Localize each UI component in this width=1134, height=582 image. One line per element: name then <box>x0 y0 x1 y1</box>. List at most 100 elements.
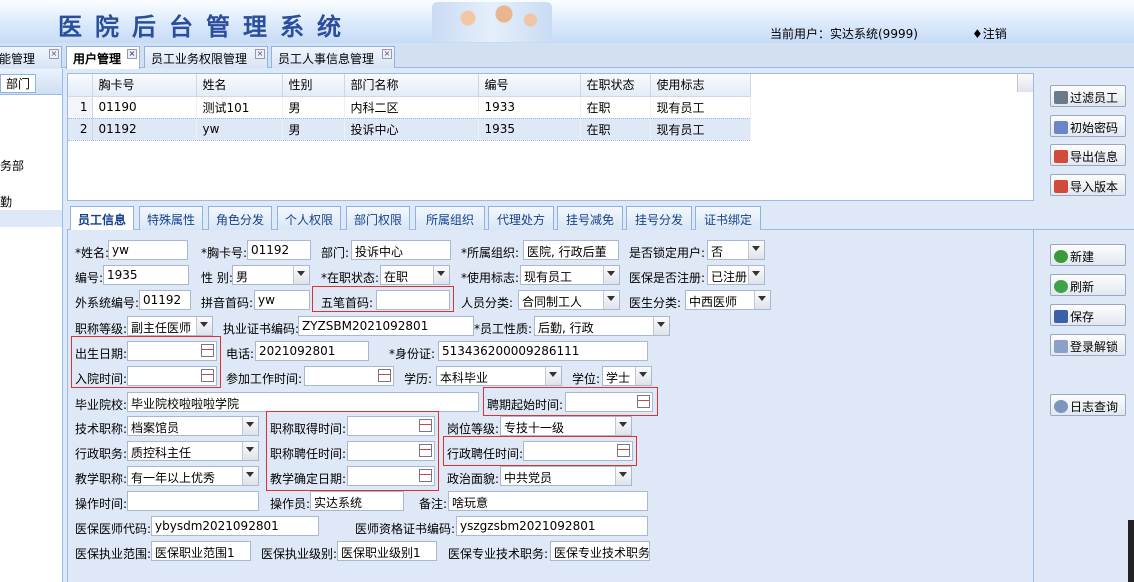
col-header[interactable]: 在职状态 <box>580 74 651 97</box>
close-icon[interactable]: × <box>49 49 59 59</box>
filter-icon <box>1054 91 1068 104</box>
export-icon <box>1054 150 1068 163</box>
calendar-icon[interactable] <box>637 395 650 408</box>
col-header[interactable]: 胸卡号 <box>92 74 197 97</box>
id-input[interactable]: 513436200009286111 <box>438 341 648 361</box>
tab-registration-relief[interactable]: 挂号减免 <box>557 206 623 230</box>
calendar-icon[interactable] <box>201 344 214 357</box>
admin-post-select[interactable]: 质控科主任 <box>127 441 259 461</box>
flag-label: *使用标志: <box>461 271 520 285</box>
calendar-icon[interactable] <box>617 444 630 457</box>
new-button[interactable]: 新建 <box>1050 244 1126 266</box>
close-icon[interactable]: × <box>382 49 392 59</box>
tab-organization[interactable]: 所属组织 <box>415 206 485 230</box>
tab-personal-permissions[interactable]: 个人权限 <box>277 206 341 230</box>
education-select[interactable]: 本科毕业 <box>436 366 562 386</box>
insurance-select[interactable]: 已注册 <box>707 265 765 285</box>
phone-input[interactable]: 2021092801 <box>255 341 369 361</box>
save-button[interactable]: 保存 <box>1050 304 1126 326</box>
ext-input[interactable]: 01192 <box>139 290 191 310</box>
tab-registration-distribution[interactable]: 挂号分发 <box>626 206 692 230</box>
flag-select[interactable]: 现有员工 <box>520 265 620 285</box>
cell: 现有员工 <box>650 96 751 118</box>
teach-title-select[interactable]: 有一年以上优秀 <box>127 466 259 486</box>
calendar-icon[interactable] <box>419 469 432 482</box>
col-header[interactable]: 性别 <box>282 74 345 97</box>
qualification-input[interactable]: yszgzsbm2021092801 <box>456 516 648 536</box>
calendar-icon[interactable] <box>419 444 432 457</box>
id-label: *身份证: <box>389 347 436 361</box>
card-input[interactable]: 01192 <box>247 240 311 260</box>
school-input[interactable]: 毕业院校啦啦啦学院 <box>127 392 479 412</box>
tab-proxy-prescription[interactable]: 代理处方 <box>488 206 554 230</box>
name-input[interactable]: yw <box>108 240 188 260</box>
no-input[interactable]: 1935 <box>103 265 189 285</box>
col-header[interactable]: 姓名 <box>196 74 283 97</box>
refresh-icon <box>1054 280 1068 293</box>
op-time-input[interactable] <box>127 491 259 511</box>
logout-link[interactable]: ♦注销 <box>972 25 1007 42</box>
detail-tabs: 员工信息 特殊属性 角色分发 个人权限 部门权限 所属组织 代理处方 挂号减免 … <box>67 204 1134 231</box>
filter-staff-button[interactable]: 过滤员工 <box>1050 85 1126 107</box>
dept-item-selected[interactable] <box>0 210 62 227</box>
dept-item[interactable]: 务部 <box>0 157 24 174</box>
ins-tech-input[interactable]: 医保专业技术职务 <box>550 541 650 561</box>
export-info-button[interactable]: 导出信息 <box>1050 144 1126 166</box>
work-start-input[interactable] <box>304 366 394 386</box>
calendar-icon[interactable] <box>419 419 432 432</box>
scrollbar[interactable] <box>1128 520 1134 582</box>
ins-scope-input[interactable]: 医保职业范围1 <box>151 541 251 561</box>
post-level-select[interactable]: 专技十一级 <box>500 416 632 436</box>
col-header[interactable]: 使用标志 <box>650 74 751 97</box>
state-select[interactable]: 在职 <box>380 265 450 285</box>
cell: 测试101 <box>196 96 283 118</box>
init-password-button[interactable]: 初始密码 <box>1050 115 1126 137</box>
nature-select[interactable]: 后勤, 行政 <box>534 316 670 336</box>
political-select[interactable]: 中共党员 <box>500 466 632 486</box>
tab-role-distribution[interactable]: 角色分发 <box>208 206 272 230</box>
ins-doctor-code-input[interactable]: ybysdm2021092801 <box>151 516 319 536</box>
operator-input[interactable]: 实达系统 <box>310 491 404 511</box>
lock-select[interactable]: 否 <box>707 240 765 260</box>
tab-certificate-binding[interactable]: 证书绑定 <box>695 206 761 230</box>
title-level-select[interactable]: 副主任医师 <box>127 316 213 336</box>
col-header[interactable]: 部门名称 <box>344 74 479 97</box>
close-icon[interactable]: × <box>255 49 265 59</box>
tab-special-attributes[interactable]: 特殊属性 <box>139 206 203 230</box>
memo-input[interactable]: 啥玩意 <box>448 491 648 511</box>
refresh-button[interactable]: 刷新 <box>1050 274 1126 296</box>
work-start-label: 参加工作时间: <box>226 372 303 386</box>
chevron-down-icon <box>657 322 665 327</box>
ins-level-input[interactable]: 医保职业级别1 <box>337 541 437 561</box>
table-row-selected[interactable]: 2 01192 yw 男 投诉中心 1935 在职 现有员工 <box>68 117 751 141</box>
import-version-button[interactable]: 导入版本 <box>1050 174 1126 196</box>
tab-staff-hr-info[interactable]: 员工人事信息管理 × <box>271 46 395 68</box>
calendar-icon[interactable] <box>378 369 391 382</box>
dept-item[interactable]: 勤 <box>0 193 12 210</box>
login-unlock-button[interactable]: 登录解锁 <box>1050 334 1126 356</box>
table-row[interactable]: 1 01190 测试101 男 内科二区 1933 在职 现有员工 <box>68 96 751 118</box>
license-input[interactable]: ZYZSBM2021092801 <box>298 316 474 336</box>
log-query-button[interactable]: 日志查询 <box>1050 394 1126 416</box>
school-label: 毕业院校: <box>75 398 128 412</box>
calendar-icon[interactable] <box>201 369 214 382</box>
tab-user-management[interactable]: 用户管理 × <box>66 46 140 69</box>
tab-staff-info[interactable]: 员工信息 <box>70 206 134 231</box>
sex-select[interactable]: 男 <box>232 265 310 285</box>
tab-dept-permissions[interactable]: 部门权限 <box>346 206 410 230</box>
page-tab-bar: 能管理 × 用户管理 × 员工业务权限管理 × 员工人事信息管理 × <box>0 43 1134 69</box>
pinyin-input[interactable]: yw <box>254 290 310 310</box>
close-icon[interactable]: × <box>127 49 137 59</box>
person-class-select[interactable]: 合同制工人 <box>518 290 620 310</box>
tab-function-management[interactable]: 能管理 × <box>0 46 62 68</box>
tech-title-select[interactable]: 档案馆员 <box>127 416 259 436</box>
degree-select[interactable]: 学士 <box>602 366 652 386</box>
tab-staff-business-permissions[interactable]: 员工业务权限管理 × <box>144 46 268 68</box>
department-tab[interactable]: 部门 <box>0 74 37 93</box>
education-label: 学历: <box>404 372 433 386</box>
org-input[interactable]: 医院, 行政后董 <box>523 240 619 260</box>
doctor-class-select[interactable]: 中西医师 <box>685 290 771 310</box>
row-number: 2 <box>68 117 93 141</box>
col-header[interactable]: 编号 <box>478 74 581 97</box>
dept-input[interactable]: 投诉中心 <box>351 240 451 260</box>
